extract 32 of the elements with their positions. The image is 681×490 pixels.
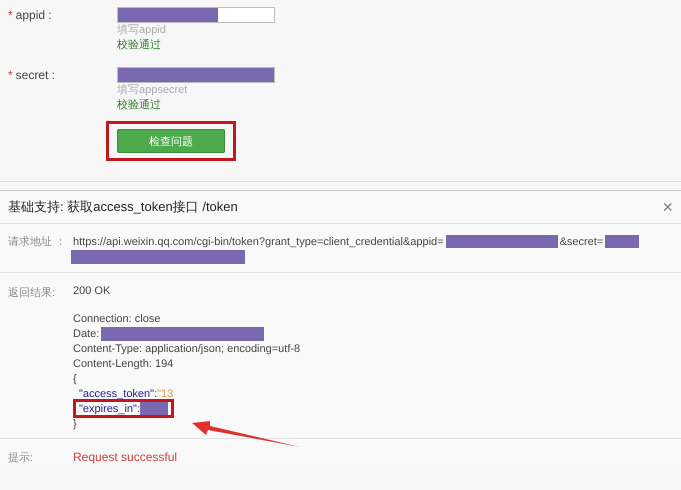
json-key: "expires_in" — [79, 402, 137, 414]
check-button[interactable]: 检查问题 — [117, 129, 225, 153]
response-line: Connection: close — [73, 312, 160, 324]
json-colon: : — [154, 388, 158, 400]
json-colon: : — [136, 402, 140, 414]
response-status: 200 OK — [73, 285, 112, 297]
response-line: Date: — [73, 328, 100, 340]
field-hint: 填写appid — [117, 23, 167, 38]
required-mark: * — [8, 8, 13, 22]
field-label: secret : — [16, 68, 56, 82]
validation-status: 校验通过 — [117, 98, 162, 113]
request-url: https://api.weixin.qq.com/cgi-bin/token?grant_type=client_credential&appid= — [73, 236, 444, 248]
input-field[interactable] — [117, 7, 275, 23]
json-value: "13 — [157, 388, 174, 400]
response-line: Content-Length: 194 — [73, 358, 174, 370]
tip-message: Request successful — [73, 450, 178, 465]
field-label: appid : — [16, 8, 52, 22]
row-label: 请求地址 ： — [8, 235, 68, 250]
close-button[interactable]: × — [662, 196, 673, 218]
response-line: { — [73, 372, 77, 384]
redaction-bar — [605, 235, 640, 248]
request-url: &secret= — [560, 236, 604, 248]
required-mark: * — [8, 68, 13, 82]
response-line: Content-Type: application/json; encoding=utf-8 — [73, 342, 300, 354]
response-line: } — [73, 418, 77, 430]
field-hint: 填写appsecret — [117, 83, 188, 98]
json-key: "access_token" — [79, 388, 154, 400]
validation-status: 校验通过 — [117, 38, 162, 53]
panel-title: 基础支持: 获取access_token接口 /token — [8, 198, 238, 216]
redaction-bar — [140, 402, 168, 415]
row-label: 提示: — [8, 451, 34, 465]
row-label: 返回结果: — [8, 286, 56, 301]
